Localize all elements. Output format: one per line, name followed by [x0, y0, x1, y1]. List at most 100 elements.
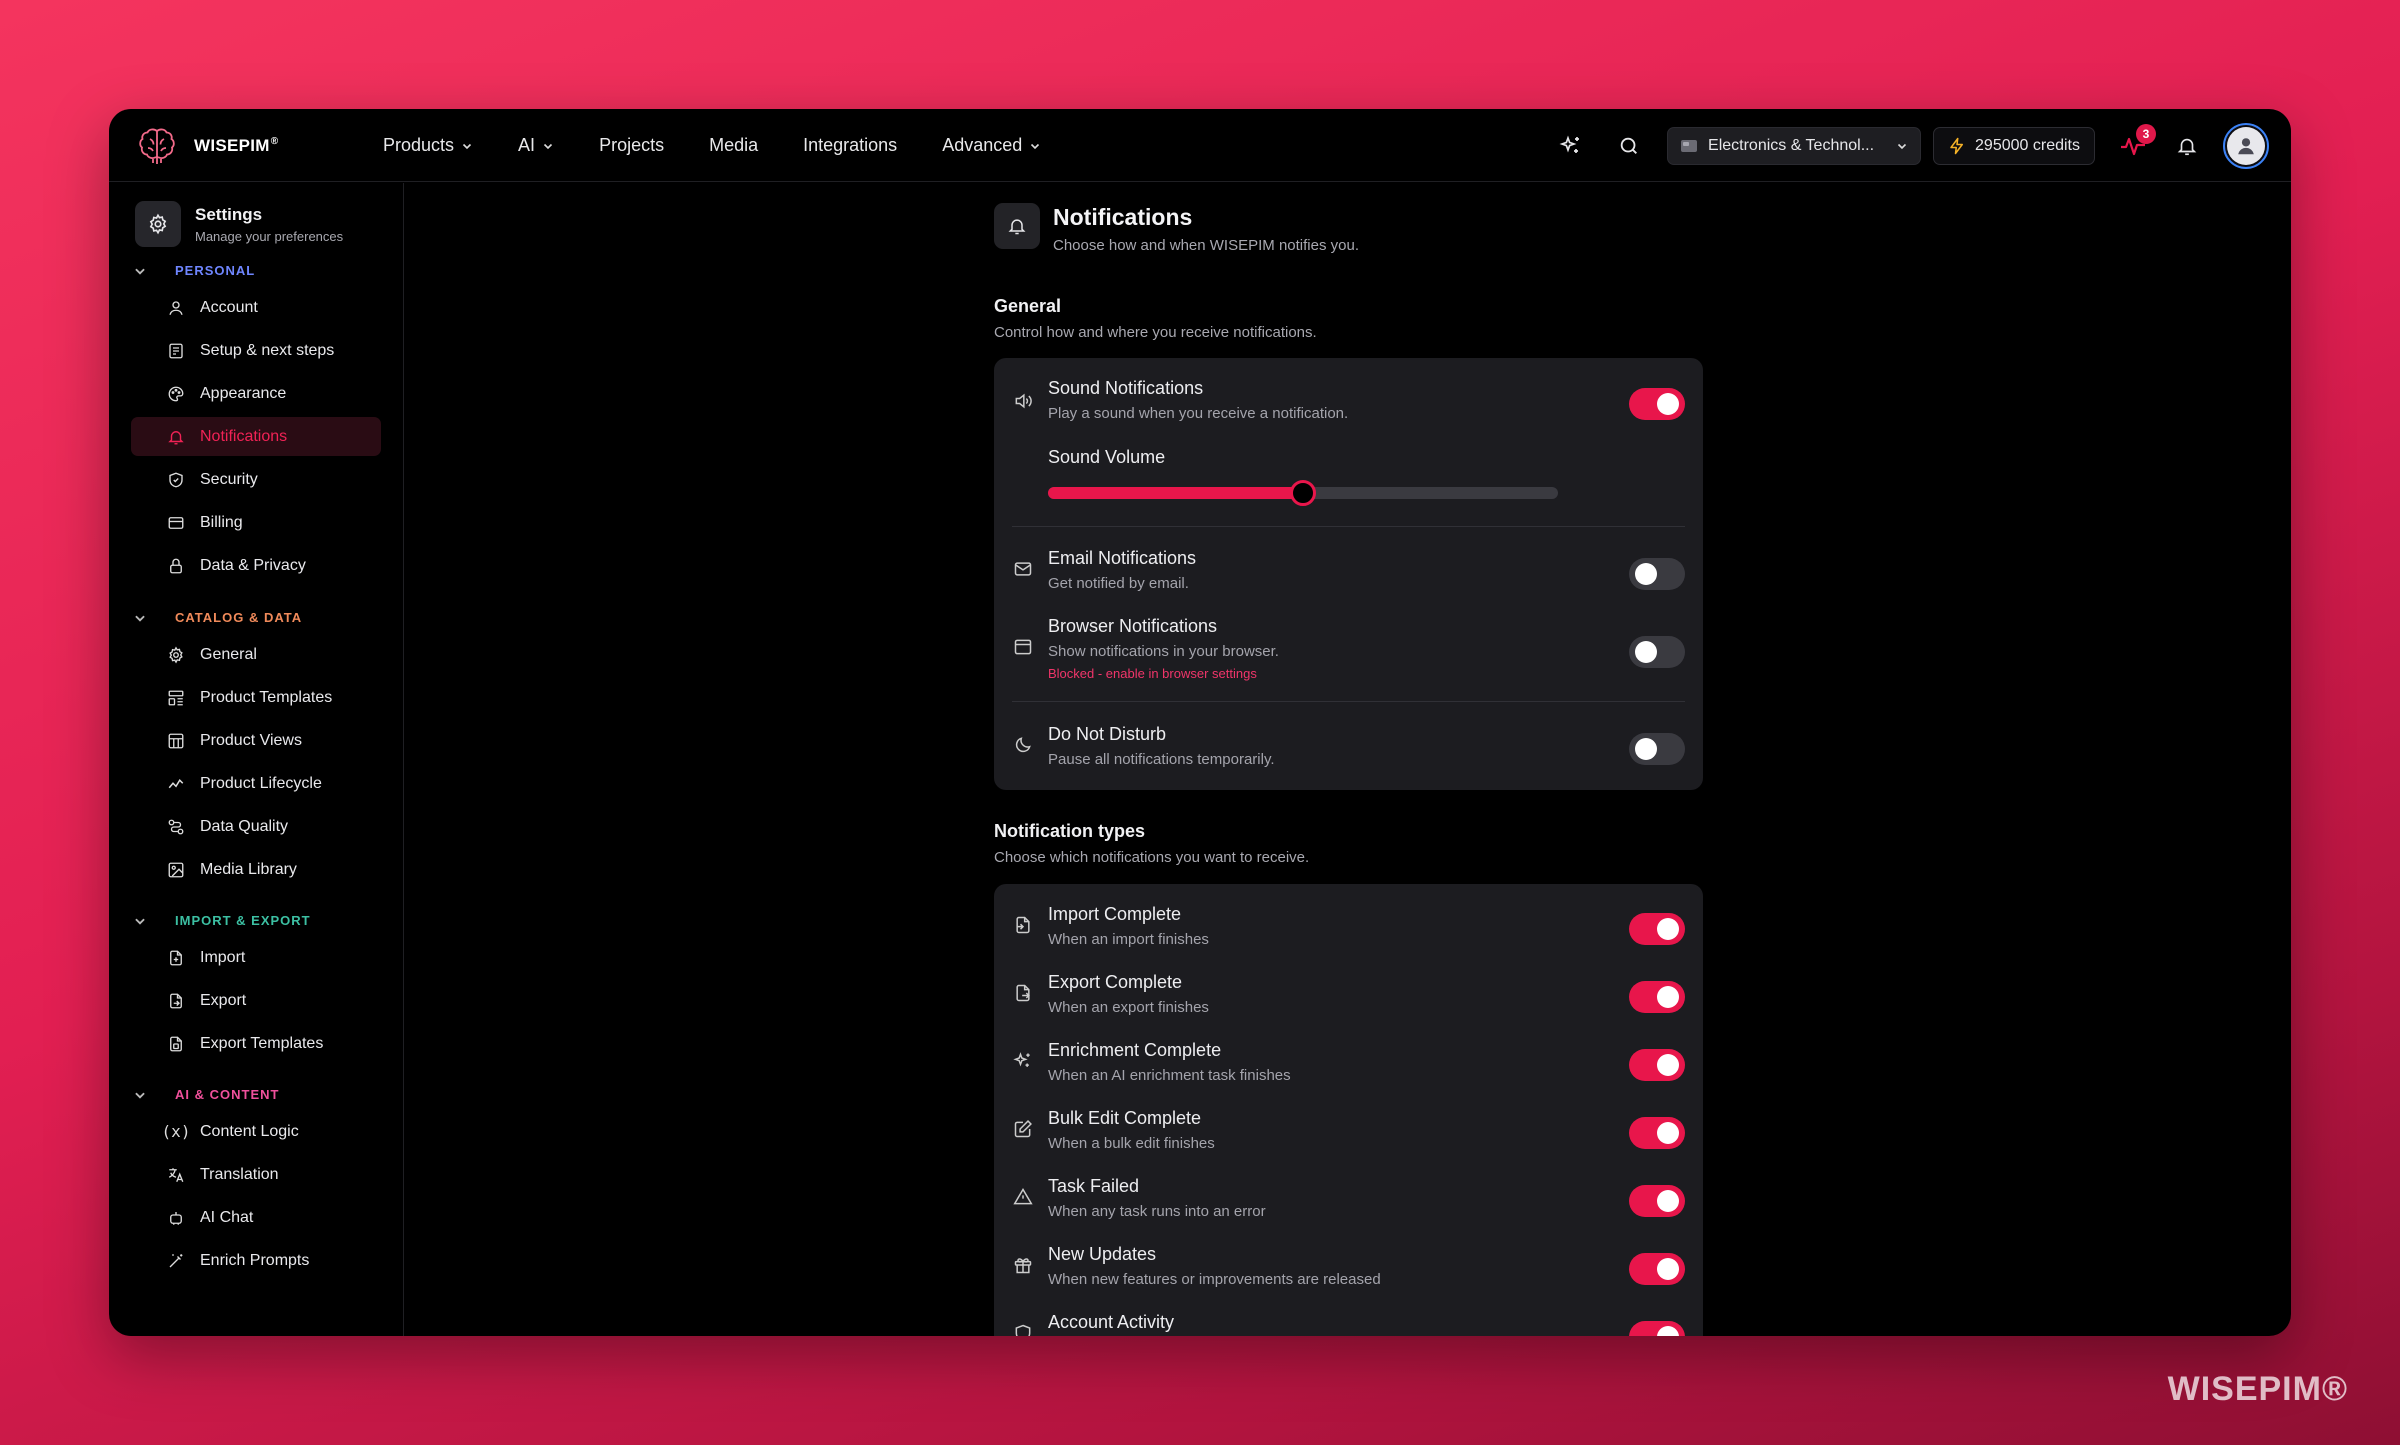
- slider-handle[interactable]: [1290, 480, 1316, 506]
- section-ai-content[interactable]: AI & CONTENT: [133, 1087, 279, 1102]
- nav-projects[interactable]: Projects: [599, 135, 664, 156]
- sparkles-icon: [1013, 1052, 1030, 1067]
- page-subtitle: Choose how and when WISEPIM notifies you…: [1053, 237, 1359, 254]
- search-button[interactable]: [1613, 130, 1645, 162]
- file-import-icon: [170, 950, 182, 965]
- notification-count-badge: 3: [2136, 123, 2156, 144]
- do-not-disturb-subtitle: Pause all notifications temporarily.: [1048, 751, 1275, 768]
- notifications-content: Notifications Choose how and when WISEPI…: [994, 203, 1714, 1336]
- sidebar-item-import[interactable]: Import: [131, 938, 381, 977]
- chevron-down-icon: [1897, 143, 1907, 149]
- notification-types-header: Notification types Choose which notifica…: [994, 821, 1309, 866]
- sidebar-item-ai-chat[interactable]: AI Chat: [131, 1198, 381, 1237]
- sidebar-item-export-templates[interactable]: Export Templates: [131, 1024, 381, 1063]
- sidebar-item-general[interactable]: General: [131, 635, 381, 674]
- browser-window-icon: [1014, 639, 1032, 655]
- workspace-select[interactable]: Electronics & Technol...: [1667, 126, 1922, 165]
- palette-icon: [168, 386, 184, 401]
- chevron-down-icon: [135, 918, 145, 925]
- ai-assistant-button[interactable]: [1555, 130, 1587, 162]
- browser-notifications-toggle[interactable]: [1629, 636, 1685, 668]
- export-complete-toggle[interactable]: [1629, 981, 1685, 1013]
- divider: [1012, 701, 1685, 702]
- section-title: General: [994, 296, 1062, 316]
- translate-icon: [168, 1167, 184, 1182]
- browser-notifications-title: Browser Notifications: [1048, 616, 1218, 636]
- activity-button[interactable]: 3: [2117, 123, 2156, 162]
- file-export-icon: [1016, 984, 1030, 1002]
- credits-button[interactable]: 295000 credits: [1933, 126, 2095, 165]
- user-icon: [2238, 137, 2254, 154]
- chevron-down-icon: [135, 615, 145, 622]
- type-subtitle: When a bulk edit finishes: [1048, 1135, 1215, 1152]
- wand-icon: [169, 1253, 183, 1267]
- sidebar-item-setup[interactable]: Setup & next steps: [131, 331, 381, 370]
- brand-logo[interactable]: WISEPIM®: [137, 127, 278, 165]
- page-title: Notifications: [1053, 204, 1193, 230]
- type-title: Import Complete: [1048, 904, 1182, 924]
- sidebar-item-product-lifecycle[interactable]: Product Lifecycle: [131, 764, 381, 803]
- sidebar-item-notifications[interactable]: Notifications: [131, 417, 381, 456]
- email-notifications-subtitle: Get notified by email.: [1048, 575, 1189, 592]
- lock-icon: [170, 558, 182, 573]
- bulk-edit-complete-toggle[interactable]: [1629, 1117, 1685, 1149]
- chevron-down-icon: [1031, 143, 1040, 149]
- shield-icon: [169, 472, 183, 487]
- mail-icon: [1014, 562, 1032, 576]
- section-subtitle: Choose which notifications you want to r…: [994, 849, 1310, 866]
- nav-media[interactable]: Media: [709, 135, 758, 156]
- do-not-disturb-title: Do Not Disturb: [1048, 724, 1167, 744]
- chevron-down-icon: [543, 143, 553, 149]
- type-title: New Updates: [1048, 1244, 1157, 1264]
- section-catalog-data[interactable]: CATALOG & DATA: [133, 610, 302, 625]
- settings-title: Settings: [195, 204, 263, 224]
- settings-header-icon-box: [135, 201, 181, 247]
- general-section-header: General Control how and where you receiv…: [994, 296, 1317, 341]
- type-title: Enrichment Complete: [1048, 1040, 1222, 1060]
- sidebar-item-billing[interactable]: Billing: [131, 503, 381, 542]
- sidebar-item-enrich-prompts[interactable]: Enrich Prompts: [131, 1241, 381, 1280]
- sidebar-item-content-logic[interactable]: (x) Content Logic: [131, 1112, 381, 1151]
- bell-icon: [2177, 138, 2197, 155]
- email-notifications-title: Email Notifications: [1048, 548, 1197, 568]
- sidebar-item-export[interactable]: Export: [131, 981, 381, 1020]
- app-window: WISEPIM® Products AI Projects Media Inte…: [109, 109, 2291, 1336]
- email-notifications-toggle[interactable]: [1629, 558, 1685, 590]
- nav-ai[interactable]: AI: [518, 135, 554, 156]
- avatar-circle: [2227, 126, 2265, 165]
- section-title: Notification types: [994, 821, 1146, 841]
- browser-blocked-warning[interactable]: Blocked - enable in browser settings: [1048, 666, 1279, 681]
- account-activity-toggle[interactable]: [1629, 1321, 1685, 1336]
- sidebar-item-appearance[interactable]: Appearance: [131, 374, 381, 413]
- sparkles-icon: [1559, 135, 1580, 153]
- sidebar-item-data-quality[interactable]: Data Quality: [131, 807, 381, 846]
- sidebar-item-security[interactable]: Security: [131, 460, 381, 499]
- workspace-icon: [1681, 139, 1698, 152]
- user-avatar[interactable]: [2223, 122, 2269, 169]
- nav-integrations[interactable]: Integrations: [803, 135, 897, 156]
- task-failed-toggle[interactable]: [1629, 1185, 1685, 1217]
- section-import-export[interactable]: IMPORT & EXPORT: [133, 913, 311, 928]
- sidebar-item-translation[interactable]: Translation: [131, 1155, 381, 1194]
- section-subtitle: Control how and where you receive notifi…: [994, 324, 1317, 341]
- sidebar-item-media-library[interactable]: Media Library: [131, 850, 381, 889]
- top-bar: WISEPIM® Products AI Projects Media Inte…: [109, 109, 2291, 182]
- file-export-icon: [170, 993, 182, 1008]
- enrichment-complete-toggle[interactable]: [1629, 1049, 1685, 1081]
- section-personal[interactable]: PERSONAL: [133, 263, 255, 278]
- sound-notifications-toggle[interactable]: [1629, 388, 1685, 420]
- nav-products[interactable]: Products: [383, 135, 473, 156]
- do-not-disturb-toggle[interactable]: [1629, 733, 1685, 765]
- credit-card-icon: [168, 516, 184, 529]
- nav-advanced[interactable]: Advanced: [942, 135, 1041, 156]
- notifications-button[interactable]: [2171, 130, 2203, 162]
- file-import-icon: [1016, 916, 1030, 934]
- sidebar-item-product-templates[interactable]: Product Templates: [131, 678, 381, 717]
- settings-sidebar: Settings Manage your preferences PERSONA…: [109, 183, 404, 1336]
- sidebar-item-data-privacy[interactable]: Data & Privacy: [131, 546, 381, 585]
- sidebar-item-account[interactable]: Account: [131, 288, 381, 327]
- sidebar-item-product-views[interactable]: Product Views: [131, 721, 381, 760]
- sound-volume-slider[interactable]: [1048, 480, 1558, 506]
- import-complete-toggle[interactable]: [1629, 913, 1685, 945]
- new-updates-toggle[interactable]: [1629, 1253, 1685, 1285]
